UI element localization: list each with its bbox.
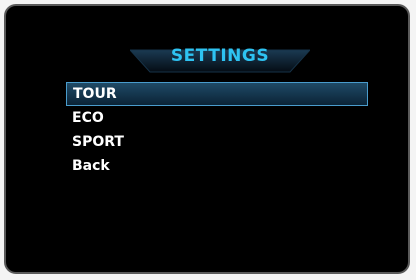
menu-item-back[interactable]: Back [66, 154, 368, 178]
menu-item-label: Back [72, 158, 110, 174]
menu-item-tour[interactable]: TOUR [66, 82, 368, 106]
settings-menu: TOUR ECO SPORT Back [66, 82, 368, 178]
menu-item-label: SPORT [72, 134, 124, 150]
screen-display: SETTINGS TOUR ECO SPORT Back [4, 4, 410, 274]
page-title: SETTINGS [170, 46, 270, 66]
menu-item-label: TOUR [73, 86, 117, 102]
device-frame: SETTINGS TOUR ECO SPORT Back [0, 0, 416, 280]
title-banner: SETTINGS [130, 44, 310, 76]
menu-item-label: ECO [72, 110, 104, 126]
menu-item-sport[interactable]: SPORT [66, 130, 368, 154]
menu-item-eco[interactable]: ECO [66, 106, 368, 130]
